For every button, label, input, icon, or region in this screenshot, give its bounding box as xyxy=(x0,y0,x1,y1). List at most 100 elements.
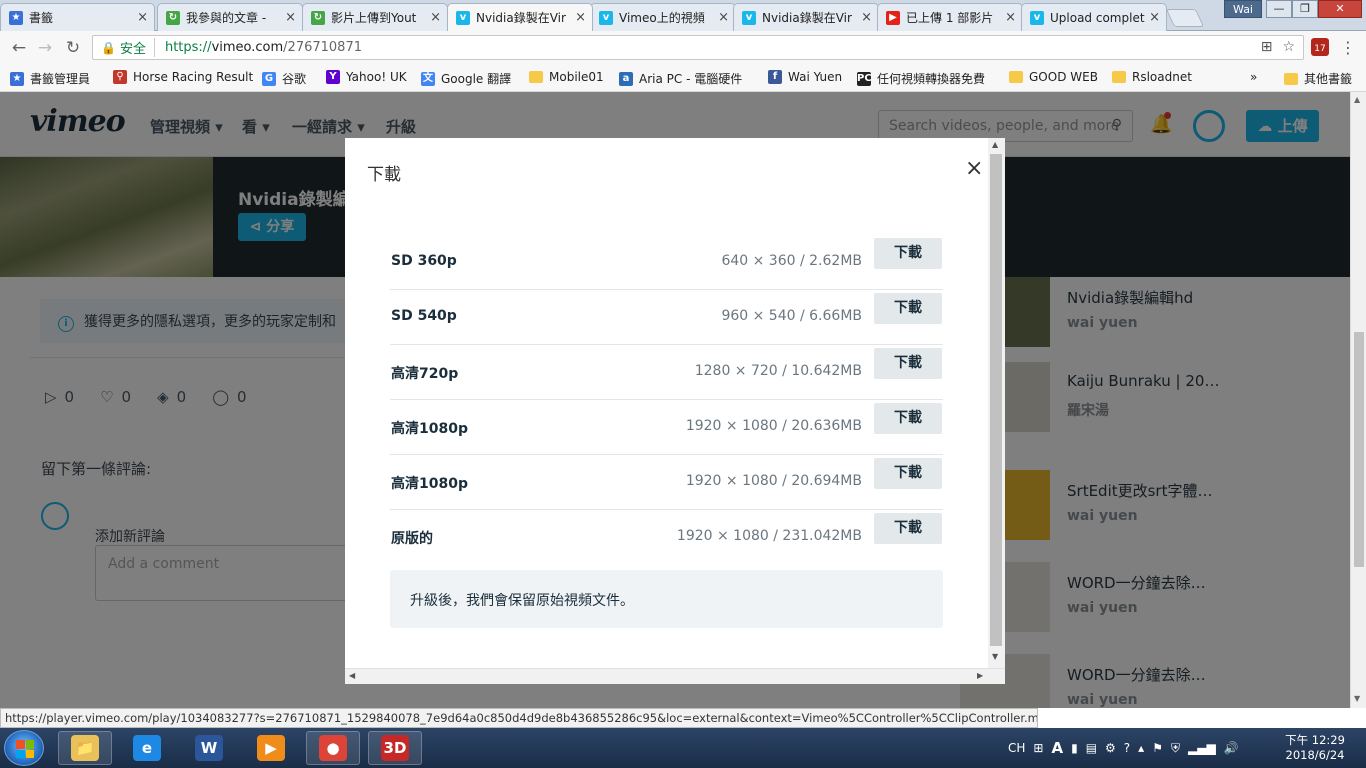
taskbar-app-3dyd[interactable]: 3D xyxy=(368,731,422,765)
bookmark-item[interactable]: 文 Google 翻譯 xyxy=(421,70,511,87)
taskbar-app-media-player[interactable]: ▶ xyxy=(244,731,298,765)
scroll-left-arrow-icon[interactable]: ◀ xyxy=(349,671,355,680)
network-signal-icon[interactable]: ▂▄▆ xyxy=(1188,741,1216,755)
download-button[interactable]: 下載 xyxy=(874,348,942,379)
bookmark-item[interactable]: 其他書籤 xyxy=(1284,70,1352,87)
scrollbar-thumb[interactable] xyxy=(1354,332,1364,567)
address-bar[interactable]: 🔒 安全 https://vimeo.com/276710871 ⊞ ☆ xyxy=(92,35,1304,60)
download-quality-label: 高清1080p xyxy=(391,421,468,437)
folder-icon xyxy=(1284,72,1298,85)
download-button[interactable]: 下載 xyxy=(874,458,942,489)
scroll-up-arrow-icon[interactable]: ▲ xyxy=(1354,95,1360,104)
close-tab-icon[interactable]: × xyxy=(285,10,296,25)
action-center-flag-icon[interactable]: ⚑ xyxy=(1152,741,1163,755)
bookmark-item[interactable]: GOOD WEB xyxy=(1009,70,1098,84)
browser-menu-icon[interactable]: ⋮ xyxy=(1340,38,1356,57)
browser-tab[interactable]: ▶ 已上傳 1 部影片 × xyxy=(877,3,1023,31)
bookmark-item[interactable]: Y Yahoo! UK xyxy=(326,70,407,84)
modal-vertical-scrollbar[interactable]: ▲ ▼ xyxy=(988,138,1005,668)
bookmark-label: 谷歌 xyxy=(282,72,307,86)
system-tray: CH ⊞ A ▮ ▤ ⚙ ? ▴ ⚑ ⛨ ▂▄▆ 🔊 xyxy=(1008,728,1239,768)
close-tab-icon[interactable]: × xyxy=(718,10,729,25)
start-button[interactable] xyxy=(4,730,44,766)
download-button[interactable]: 下載 xyxy=(874,403,942,434)
tab-title: 影片上傳到Yout xyxy=(331,11,417,25)
download-button[interactable]: 下載 xyxy=(874,238,942,269)
download-quality-label: 原版的 xyxy=(391,531,433,547)
vimeo-icon: v xyxy=(599,10,613,25)
chrome-icon: ● xyxy=(319,735,347,761)
forward-arrow-icon[interactable]: → xyxy=(34,37,56,59)
tray-expand-icon[interactable]: ▴ xyxy=(1138,741,1144,755)
browser-tab[interactable]: v Upload complet × xyxy=(1021,3,1167,31)
security-icon[interactable]: ⛨ xyxy=(1171,741,1180,756)
browser-tab[interactable]: v Nvidia錄製在Vir × xyxy=(733,3,879,31)
facebook-icon: f xyxy=(768,70,782,84)
close-tab-icon[interactable]: × xyxy=(861,10,872,25)
translate-icon[interactable]: ⊞ xyxy=(1261,39,1273,55)
reload-icon[interactable]: ↻ xyxy=(62,37,84,59)
google-icon: G xyxy=(262,71,276,86)
taskbar-app-internet-explorer[interactable]: e xyxy=(120,731,174,765)
ime-pad-icon[interactable]: ▤ xyxy=(1086,741,1097,755)
ime-mode-indicator[interactable]: A xyxy=(1051,739,1063,757)
close-window-button[interactable]: ✕ xyxy=(1318,0,1362,18)
new-tab-button[interactable] xyxy=(1165,9,1205,27)
scroll-up-arrow-icon[interactable]: ▲ xyxy=(992,140,998,149)
scroll-down-arrow-icon[interactable]: ▼ xyxy=(992,652,998,661)
volume-icon[interactable]: 🔊 xyxy=(1224,741,1239,755)
bookmark-star-icon[interactable]: ☆ xyxy=(1282,39,1295,55)
scroll-right-arrow-icon[interactable]: ▶ xyxy=(977,671,983,680)
ime-icon[interactable]: ⊞ xyxy=(1033,741,1043,755)
system-clock[interactable]: 下午 12:29 2018/6/24 xyxy=(1280,733,1350,763)
close-tab-icon[interactable]: × xyxy=(137,10,148,25)
vimeo-icon: v xyxy=(1030,10,1044,25)
download-quality-label: 高清1080p xyxy=(391,476,468,492)
browser-tab[interactable]: ↻ 影片上傳到Yout × xyxy=(302,3,448,31)
close-tab-icon[interactable]: × xyxy=(1149,10,1160,25)
taskbar-app-chrome[interactable]: ● xyxy=(306,731,360,765)
help-icon[interactable]: ? xyxy=(1124,741,1130,755)
browser-tab[interactable]: v Vimeo上的視頻 × xyxy=(590,3,736,31)
back-arrow-icon[interactable]: ← xyxy=(8,37,30,59)
minimize-button[interactable]: — xyxy=(1266,0,1292,18)
browser-tab[interactable]: v Nvidia錄製在Vir × xyxy=(447,3,593,31)
language-indicator[interactable]: CH xyxy=(1008,741,1025,755)
download-button[interactable]: 下載 xyxy=(874,513,942,544)
close-tab-icon[interactable]: × xyxy=(430,10,441,25)
download-option-row: 高清1080p 1920 × 1080 / 20.636MB 下載 xyxy=(390,400,943,455)
ime-fullwidth-icon[interactable]: ▮ xyxy=(1071,741,1078,755)
window-controls: Wai — ❐ ✕ xyxy=(1224,0,1362,18)
page-scrollbar[interactable]: ▲ ▼ xyxy=(1350,92,1366,708)
taskbar-app-word[interactable]: W xyxy=(182,731,236,765)
youtube-icon: ▶ xyxy=(886,10,900,25)
bookmark-item[interactable]: PC 任何視頻轉換器免費 xyxy=(857,70,985,87)
bookmark-item[interactable]: f Wai Yuen xyxy=(768,70,842,84)
bookmark-item[interactable]: a Aria PC - 電腦硬件 xyxy=(619,70,742,87)
bookmark-item[interactable]: ⚲ Horse Racing Result xyxy=(113,70,253,84)
bookmark-item[interactable]: Mobile01 xyxy=(529,70,604,84)
lock-icon: 🔒 xyxy=(101,40,116,55)
modal-horizontal-scrollbar[interactable]: ◀ ▶ xyxy=(345,668,1005,684)
bookmark-item[interactable]: » xyxy=(1250,70,1257,84)
bookmark-item[interactable]: ★ 書籤管理員 xyxy=(10,70,90,87)
maximize-button[interactable]: ❐ xyxy=(1292,0,1318,18)
bookmark-item[interactable]: Rsloadnet xyxy=(1112,70,1192,84)
taskbar-app-explorer[interactable]: 📁 xyxy=(58,731,112,765)
download-button[interactable]: 下載 xyxy=(874,293,942,324)
close-icon[interactable]: × xyxy=(965,158,983,180)
scrollbar-thumb[interactable] xyxy=(990,154,1002,646)
tab-title: Vimeo上的視頻 xyxy=(619,11,705,25)
close-tab-icon[interactable]: × xyxy=(1005,10,1016,25)
profile-button[interactable]: Wai xyxy=(1224,0,1262,18)
browser-tab[interactable]: ↻ 我參與的文章 - × xyxy=(157,3,303,31)
bookmark-item[interactable]: G 谷歌 xyxy=(262,70,306,87)
download-quality-label: SD 540p xyxy=(391,308,457,324)
scroll-down-arrow-icon[interactable]: ▼ xyxy=(1354,694,1360,703)
ime-settings-icon[interactable]: ⚙ xyxy=(1105,741,1116,755)
close-tab-icon[interactable]: × xyxy=(575,10,586,25)
download-quality-label: SD 360p xyxy=(391,253,457,269)
bookmark-label: Google 翻譯 xyxy=(441,72,512,86)
browser-tab[interactable]: ★ 書籤 × xyxy=(0,3,155,31)
extension-shield-icon[interactable]: 17 xyxy=(1311,38,1329,56)
